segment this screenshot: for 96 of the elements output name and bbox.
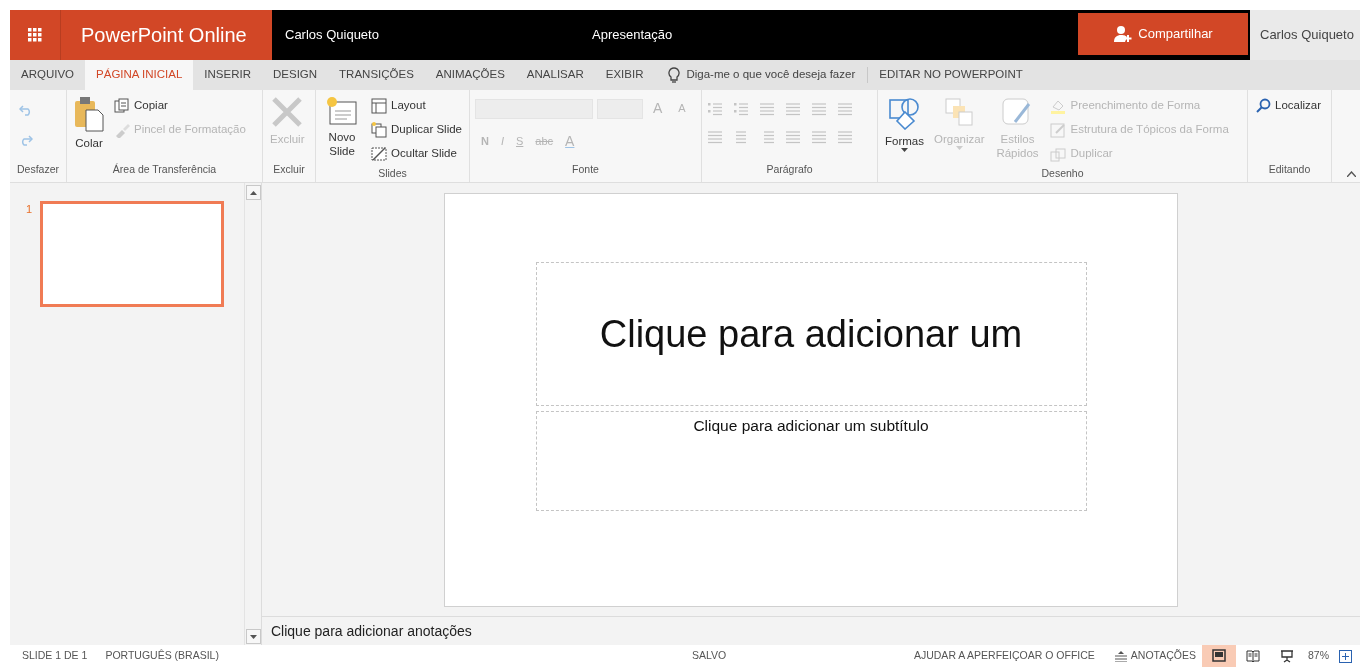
add-person-icon — [1113, 25, 1134, 43]
bullets-icon — [708, 102, 724, 118]
group-label: Editando — [1267, 162, 1312, 177]
tell-me-search[interactable]: Diga-me o que você deseja fazer — [654, 60, 868, 90]
app-launcher-button[interactable] — [10, 10, 60, 60]
group-label: Desfazer — [16, 162, 60, 177]
search-icon — [1255, 98, 1271, 114]
group-label: Fonte — [571, 162, 600, 177]
view-button[interactable] — [1202, 645, 1236, 667]
duplicate-slide-icon — [371, 122, 388, 138]
paragraph-button[interactable] — [759, 100, 777, 118]
line-spacing-icon — [812, 102, 828, 118]
ribbon-tab[interactable]: EXIBIR — [594, 60, 655, 90]
user-name: Carlos Quiqueto — [285, 26, 379, 45]
subtitle-placeholder[interactable]: Clique para adicionar um subtítulo — [535, 411, 1087, 511]
group-label: Desenho — [1040, 166, 1085, 181]
paragraph-button[interactable] — [733, 100, 751, 118]
slide-thumbnail[interactable] — [40, 201, 225, 307]
group-label: Parágrafo — [765, 162, 814, 177]
feedback-link[interactable]: AJUDAR A APERFEIÇOAR O OFFICE — [913, 648, 1095, 664]
ribbon-tab[interactable]: ANIMAÇÕES — [424, 60, 516, 90]
numbering-icon — [734, 102, 750, 118]
delete-x-icon — [271, 96, 304, 128]
edit-in-app-button[interactable]: EDITAR NO POWERPOINT — [868, 60, 1034, 90]
paragraph-button[interactable] — [837, 128, 855, 146]
paragraph-button[interactable] — [811, 100, 829, 118]
ribbon-tab[interactable]: ARQUIVO — [10, 60, 86, 90]
caret-up-icon — [250, 190, 257, 195]
normal-view-icon — [1212, 649, 1226, 663]
ribbon-button[interactable]: Formas — [883, 94, 926, 166]
ribbon-tab[interactable]: DESIGN — [262, 60, 329, 90]
notes-field[interactable]: Clique para adicionar anotações — [271, 620, 472, 642]
decrease-indent-icon — [760, 102, 776, 118]
ltr-icon — [812, 130, 828, 146]
group-label: Excluir — [272, 162, 306, 177]
app-name: PowerPoint Online — [60, 10, 272, 60]
fit-window-icon — [1339, 649, 1352, 663]
share-button[interactable]: Compartilhar — [1078, 13, 1248, 55]
ribbon-button[interactable]: Ocultar Slide — [369, 142, 464, 166]
slide-number: 1 — [26, 202, 33, 217]
scroll-down-button[interactable] — [246, 629, 261, 644]
fill-bucket-icon — [1050, 98, 1067, 114]
ribbon-tab[interactable]: INSERIR — [193, 60, 262, 90]
notes-toggle-button[interactable]: ANOTAÇÕES — [1108, 647, 1202, 665]
ribbon-button[interactable]: Novo Slide — [321, 94, 364, 166]
paragraph-button[interactable] — [707, 128, 725, 146]
document-title: Apresentação — [592, 26, 673, 45]
text-align-box-icon — [838, 102, 854, 118]
paragraph-button[interactable] — [785, 100, 803, 118]
rtl-icon — [838, 130, 854, 146]
ribbon-button[interactable]: Copiar — [112, 94, 248, 118]
waffle-icon — [28, 28, 42, 42]
zoom-level[interactable]: 87% — [1308, 648, 1329, 664]
ribbon-button[interactable]: Layout — [369, 94, 464, 118]
group-label: Slides — [377, 166, 408, 181]
title-placeholder[interactable]: Clique para adicionar um — [535, 262, 1087, 406]
justify-icon — [786, 130, 802, 146]
ribbon-button[interactable]: Colar — [72, 94, 106, 162]
ribbon-button[interactable]: Localizar — [1253, 94, 1324, 118]
scroll-up-button[interactable] — [246, 185, 261, 200]
dropdown-caret-icon — [955, 146, 963, 151]
paragraph-button[interactable] — [811, 128, 829, 146]
layout-icon — [371, 98, 388, 114]
align-left-icon — [708, 130, 724, 146]
clipboard-icon — [74, 96, 104, 132]
ribbon-tab[interactable]: TRANSIÇÕES — [328, 60, 425, 90]
lightbulb-icon — [668, 67, 681, 83]
shapes-icon — [888, 96, 921, 130]
new-slide-icon — [326, 96, 358, 126]
language-status[interactable]: PORTUGUÊS (BRASIL) — [105, 648, 219, 664]
slideshow-icon — [1280, 649, 1294, 663]
caret-down-icon — [250, 634, 257, 639]
arrange-icon — [943, 96, 976, 128]
dropdown-caret-icon — [901, 148, 908, 153]
duplicate-icon — [1050, 146, 1067, 162]
format-painter-icon — [114, 122, 130, 138]
paragraph-button[interactable] — [785, 128, 803, 146]
copy-icon — [114, 98, 130, 114]
hide-slide-icon — [371, 146, 388, 162]
increase-indent-icon — [786, 102, 802, 118]
save-status: SALVO — [691, 648, 727, 664]
pen-outline-icon — [1050, 122, 1067, 138]
redo-icon — [19, 133, 33, 146]
fit-to-window-button[interactable] — [1339, 648, 1352, 664]
slide-count: SLIDE 1 DE 1 — [22, 648, 88, 664]
undo-icon — [19, 103, 33, 116]
account-name: Carlos Quiqueto — [1260, 26, 1354, 45]
paragraph-button[interactable] — [707, 100, 725, 118]
ribbon-tab[interactable]: ANALISAR — [515, 60, 595, 90]
ribbon-button[interactable]: Duplicar Slide — [369, 118, 464, 142]
group-label: Área de Transferência — [111, 162, 218, 177]
reading-view-icon — [1246, 649, 1260, 663]
notes-lines-icon — [1114, 650, 1127, 662]
caret-up-icon — [1347, 170, 1356, 177]
ribbon-tab[interactable]: PÁGINA INICIAL — [85, 60, 194, 90]
paragraph-button[interactable] — [837, 100, 855, 118]
